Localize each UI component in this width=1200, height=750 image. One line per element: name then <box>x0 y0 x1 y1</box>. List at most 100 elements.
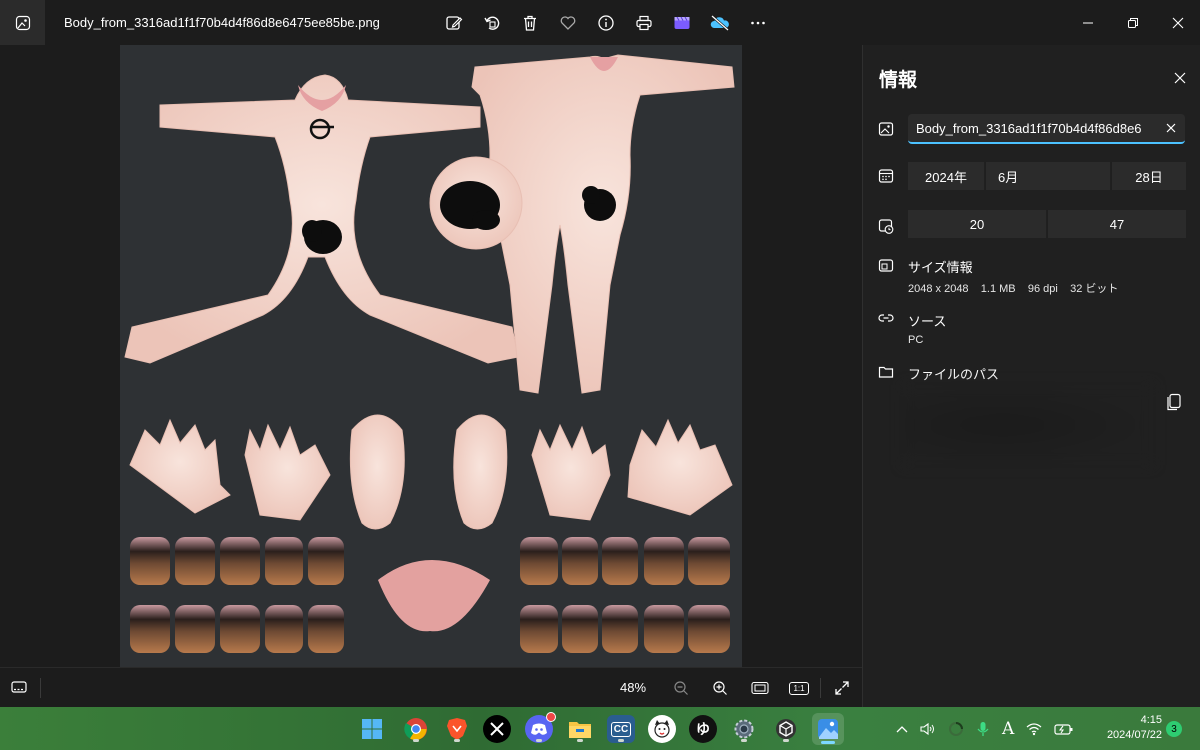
zoom-in-button[interactable] <box>707 676 733 700</box>
displayed-image <box>120 45 742 667</box>
dpi-value: 96 dpi <box>1027 283 1058 295</box>
running-indicator <box>413 739 419 742</box>
date-day-select[interactable]: 28日 <box>1111 162 1186 190</box>
image-icon <box>877 120 895 138</box>
photos-icon <box>818 719 838 739</box>
actual-size-icon: 1:1 <box>789 681 809 695</box>
cc-icon: CC <box>610 721 632 737</box>
more-options-button[interactable] <box>742 8 774 38</box>
running-indicator <box>454 739 460 742</box>
battery-icon[interactable] <box>1054 722 1074 736</box>
start-button[interactable] <box>358 715 386 743</box>
source-value: PC <box>908 334 924 346</box>
notification-count-badge[interactable]: 3 <box>1166 721 1182 737</box>
photos-app-window: Body_from_3316ad1f1f70b4d4f86d8e6475ee85… <box>0 0 1200 750</box>
zoom-in-icon <box>713 681 727 695</box>
print-icon <box>636 15 652 31</box>
wifi-icon[interactable] <box>1026 722 1042 736</box>
windows-logo-icon <box>362 719 382 739</box>
edit-icon <box>446 16 463 30</box>
close-icon <box>1174 72 1186 84</box>
taskbar-brave[interactable] <box>443 715 471 743</box>
discord-icon <box>531 723 547 735</box>
divider <box>40 678 41 698</box>
image-viewer[interactable] <box>0 45 862 667</box>
taskbar-unity[interactable] <box>772 715 800 743</box>
taskbar-dog-app[interactable] <box>648 715 676 743</box>
clipchamp-button[interactable] <box>666 8 698 38</box>
size-info-values: 2048 x 2048 1.1 MB 96 dpi 32 ビット <box>908 280 1118 296</box>
brave-icon <box>447 718 467 740</box>
file-name-title: Body_from_3316ad1f1f70b4d4f86d8e6475ee85… <box>64 15 380 30</box>
time-minute-select[interactable]: 47 <box>1047 210 1186 238</box>
favorite-button[interactable] <box>552 8 584 38</box>
taskbar-yu-app[interactable]: ゆ <box>689 715 717 743</box>
fit-to-window-button[interactable] <box>747 676 773 700</box>
close-info-panel-button[interactable] <box>1169 67 1191 89</box>
body-texture-image <box>124 54 735 653</box>
full-screen-button[interactable] <box>829 676 855 700</box>
date-year-select[interactable]: 2024年 <box>908 162 984 190</box>
rotate-button[interactable] <box>476 8 508 38</box>
bit-depth-value: 32 ビット <box>1070 283 1119 295</box>
settings-gear-icon <box>734 719 754 739</box>
close-icon <box>1166 123 1176 133</box>
divider <box>820 678 821 698</box>
system-clock[interactable]: 4:15 2024/07/22 <box>1100 713 1162 743</box>
running-indicator <box>741 739 747 742</box>
filmstrip-toggle-button[interactable] <box>6 674 32 700</box>
dog-mascot-icon <box>654 720 670 738</box>
refresh-status-icon[interactable] <box>948 721 964 737</box>
info-icon <box>598 15 614 31</box>
clipchamp-icon <box>674 16 690 29</box>
restore-button[interactable] <box>1110 0 1155 45</box>
clear-name-button[interactable] <box>1163 120 1179 136</box>
taskbar-photos[interactable] <box>812 713 844 745</box>
running-indicator <box>783 739 789 742</box>
file-info-button[interactable] <box>590 8 622 38</box>
link-icon <box>877 309 895 327</box>
copy-icon <box>1167 393 1181 411</box>
chrome-icon <box>404 718 427 740</box>
chevron-up-icon[interactable] <box>896 724 908 734</box>
running-indicator <box>577 739 583 742</box>
taskbar-file-explorer[interactable] <box>566 715 594 743</box>
close-window-button[interactable] <box>1155 0 1200 45</box>
system-tray: A <box>896 719 1074 739</box>
folder-icon <box>877 363 895 381</box>
delete-button[interactable] <box>514 8 546 38</box>
taskbar-chrome[interactable] <box>402 715 430 743</box>
yu-icon: ゆ <box>696 721 710 737</box>
running-indicator <box>536 739 542 742</box>
file-name-input[interactable]: Body_from_3316ad1f1f70b4d4f86d8e6 <box>908 114 1185 144</box>
edit-image-button[interactable] <box>438 8 470 38</box>
onedrive-icon <box>710 15 729 31</box>
filmstrip-icon <box>11 681 27 693</box>
date-month-select[interactable]: 6月 <box>985 162 1110 190</box>
taskbar-cc-app[interactable]: CC <box>607 715 635 743</box>
window-controls <box>1065 0 1200 45</box>
microphone-icon[interactable] <box>976 721 990 737</box>
file-path-value-redacted <box>903 385 1153 465</box>
speaker-icon[interactable] <box>920 722 936 736</box>
file-path-label: ファイルのパス <box>908 367 1000 382</box>
image-toolbar <box>438 8 774 38</box>
zoom-out-button[interactable] <box>668 676 694 700</box>
actual-size-button[interactable]: 1:1 <box>786 676 812 700</box>
close-icon <box>1172 17 1183 28</box>
taskbar-discord[interactable] <box>525 712 556 743</box>
time-hour-select[interactable]: 20 <box>908 210 1046 238</box>
ime-indicator[interactable]: A <box>1002 719 1014 739</box>
favorite-icon <box>560 16 576 30</box>
folder-icon <box>569 722 591 738</box>
clock-date: 2024/07/22 <box>1106 729 1162 741</box>
taskbar-x[interactable] <box>483 715 511 743</box>
running-indicator <box>618 739 624 742</box>
taskbar-settings[interactable] <box>730 715 758 743</box>
onedrive-button[interactable] <box>704 8 736 38</box>
minimize-button[interactable] <box>1065 0 1110 45</box>
copy-path-button[interactable] <box>1163 391 1185 413</box>
photos-app-icon[interactable] <box>0 0 45 45</box>
print-button[interactable] <box>628 8 660 38</box>
source-label: ソース <box>908 314 947 329</box>
